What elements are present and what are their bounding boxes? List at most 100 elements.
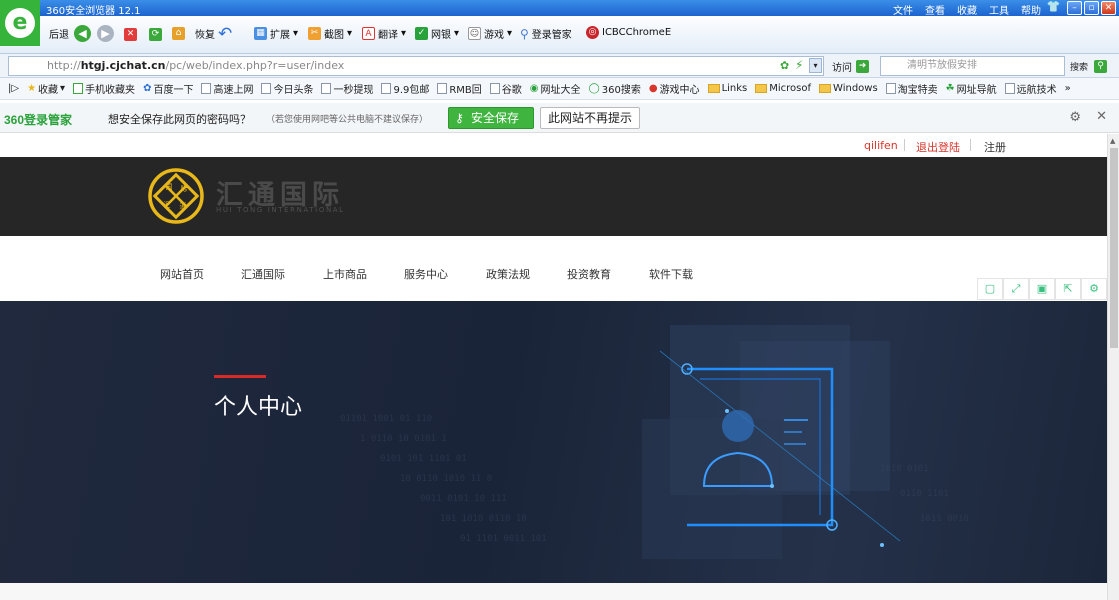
logout-link[interactable]: 退出登陆 <box>916 139 960 155</box>
extend-button[interactable]: ▦ 扩展 ▾ <box>254 26 298 41</box>
username-link[interactable]: qilifen <box>864 139 898 152</box>
fav-item[interactable]: 远航技术 <box>1004 81 1057 96</box>
never-prompt-button[interactable]: 此网站不再提示 <box>540 107 640 129</box>
favorites-menu[interactable]: ★ 收藏 ▾ <box>27 81 65 96</box>
menu-favorites[interactable]: 收藏 <box>957 2 977 17</box>
page-scrollbar[interactable]: ▲ <box>1107 134 1119 600</box>
home-icon[interactable]: ⌂ <box>172 27 185 40</box>
scrollbar-thumb[interactable] <box>1110 148 1118 348</box>
bank-button[interactable]: ✓ 网银 ▾ <box>415 26 459 41</box>
nav-home[interactable]: 网站首页 <box>160 266 204 282</box>
address-input[interactable]: http://htgj.cjchat.cn/pc/web/index.php?r… <box>8 56 824 76</box>
nav-investor-education[interactable]: 投资教育 <box>567 266 611 282</box>
secure-save-button[interactable]: ⚷ 安全保存 <box>448 107 534 129</box>
svg-text:01101 1001 01 110: 01101 1001 01 110 <box>340 414 432 424</box>
close-window-button[interactable]: ✕ <box>1101 1 1116 15</box>
nav-service-center[interactable]: 服务中心 <box>404 266 448 282</box>
search-input[interactable]: 清明节放假安排 <box>880 56 1065 76</box>
chevron-down-icon: ▾ <box>454 28 460 39</box>
fav-label: Windows <box>833 83 878 94</box>
nav-software-download[interactable]: 软件下载 <box>649 266 693 282</box>
screenshot-button[interactable]: ✂ 截图 ▾ <box>308 26 352 41</box>
translate-button[interactable]: A 翻译 ▾ <box>362 26 406 41</box>
fav-item[interactable]: Windows <box>819 83 878 94</box>
gamepad-icon: ☺ <box>468 27 481 40</box>
search-icon: ⚲ <box>1094 60 1108 73</box>
fav-item[interactable]: Microsof <box>755 83 811 94</box>
scroll-up-icon[interactable]: ▲ <box>1110 137 1115 145</box>
fav-item[interactable]: ● 游戏中心 <box>649 81 700 96</box>
fav-item[interactable]: 一秒提现 <box>321 81 373 96</box>
fullscreen-icon[interactable]: ⤢ <box>1003 278 1029 300</box>
chevron-down-icon: ▾ <box>60 83 66 94</box>
menu-view[interactable]: 查看 <box>925 2 945 17</box>
translate-icon: A <box>362 27 375 40</box>
svg-text:0101 101 1101 01: 0101 101 1101 01 <box>380 454 467 464</box>
refresh-icon[interactable]: ⟳ <box>149 28 162 41</box>
back-button[interactable]: 后退 <box>49 26 69 41</box>
login-manager-brand: 360登录管家 <box>4 113 73 127</box>
site-logo-seal[interactable]: 国 际 汇 通 <box>147 167 205 225</box>
close-icon[interactable]: ✕ <box>1096 109 1107 124</box>
fav-label: 谷歌 <box>501 85 522 96</box>
stop-icon[interactable]: ✕ <box>124 28 137 41</box>
fav-item[interactable]: 谷歌 <box>489 81 522 96</box>
fav-item[interactable]: 9.9包邮 <box>381 81 429 96</box>
fav-item[interactable]: ✿ 百度一下 <box>143 81 193 96</box>
login-manager-button[interactable]: ⚲ 登录管家 <box>520 26 572 42</box>
menu-file[interactable]: 文件 <box>893 2 913 17</box>
menu-tools[interactable]: 工具 <box>989 2 1009 17</box>
icbc-button[interactable]: ◎ ICBCChromeE <box>586 26 671 39</box>
more-favorites-icon[interactable]: » <box>1065 83 1071 94</box>
nav-policies[interactable]: 政策法规 <box>486 266 530 282</box>
menu-help[interactable]: 帮助 <box>1021 2 1041 17</box>
fav-item[interactable]: ☘ 网址导航 <box>946 81 997 96</box>
settings-icon[interactable]: ⚙ <box>1081 278 1107 300</box>
nav-about[interactable]: 汇通国际 <box>241 266 285 282</box>
back-arrow-icon[interactable]: ◀ <box>74 25 91 42</box>
save-icon[interactable]: ▣ <box>1029 278 1055 300</box>
sidebar-toggle-icon[interactable]: |▷ <box>8 83 19 94</box>
address-dropdown-icon[interactable]: ▾ <box>809 58 822 73</box>
copy-icon[interactable]: ▢ <box>977 278 1003 300</box>
svg-text:10 0110 1010 11 0: 10 0110 1010 11 0 <box>400 474 492 484</box>
extend-label: 扩展 <box>270 30 290 41</box>
page-icon <box>321 83 332 94</box>
search-button-label: 搜索 <box>1070 63 1089 73</box>
gear-icon[interactable]: ⚙ <box>1069 110 1081 125</box>
forward-arrow-icon[interactable]: ▶ <box>97 25 114 42</box>
folder-icon <box>755 84 768 93</box>
page-icon <box>489 83 500 94</box>
fav-item[interactable]: 手机收藏夹 <box>73 81 135 96</box>
search-button[interactable]: 搜索 ⚲ <box>1070 60 1108 73</box>
visit-button[interactable]: 访问 ➜ <box>832 59 869 74</box>
skin-icon[interactable]: 👕 <box>1046 1 1061 15</box>
restore-button[interactable]: 恢复 <box>195 26 215 41</box>
game-button[interactable]: ☺ 游戏 ▾ <box>468 26 512 41</box>
fav-label: 淘宝特卖 <box>897 85 938 96</box>
fav-item[interactable]: 今日头条 <box>261 81 313 96</box>
maximize-button[interactable]: ▫ <box>1084 1 1099 15</box>
fav-item[interactable]: ◉ 网址大全 <box>530 81 581 96</box>
share-icon[interactable]: ⇱ <box>1055 278 1081 300</box>
search-placeholder: 清明节放假安排 <box>907 60 977 71</box>
register-link[interactable]: 注册 <box>984 139 1006 155</box>
visit-label: 访问 <box>832 63 852 74</box>
security-check-icon[interactable]: ✿ <box>780 59 789 72</box>
page-icon <box>381 83 392 94</box>
game-label: 游戏 <box>484 30 504 41</box>
fav-item[interactable]: Links <box>707 83 747 94</box>
svg-text:101 1010 0110 10: 101 1010 0110 10 <box>440 514 527 524</box>
fav-item[interactable]: ◯ 360搜索 <box>589 81 641 96</box>
globe-icon: ◉ <box>529 83 539 94</box>
fav-item[interactable]: 淘宝特卖 <box>885 81 938 96</box>
fav-label: RMB回 <box>449 85 482 96</box>
browser-logo[interactable]: e <box>0 0 40 46</box>
minimize-button[interactable]: – <box>1067 1 1082 15</box>
undo-icon[interactable]: ↶ <box>218 24 232 44</box>
fav-item[interactable]: 高速上网 <box>201 81 253 96</box>
nav-listed-products[interactable]: 上市商品 <box>323 266 367 282</box>
fav-item[interactable]: RMB回 <box>437 81 482 96</box>
browser-title: 360安全浏览器 12.1 <box>46 6 141 17</box>
speed-mode-icon[interactable]: ⚡ <box>795 58 803 72</box>
